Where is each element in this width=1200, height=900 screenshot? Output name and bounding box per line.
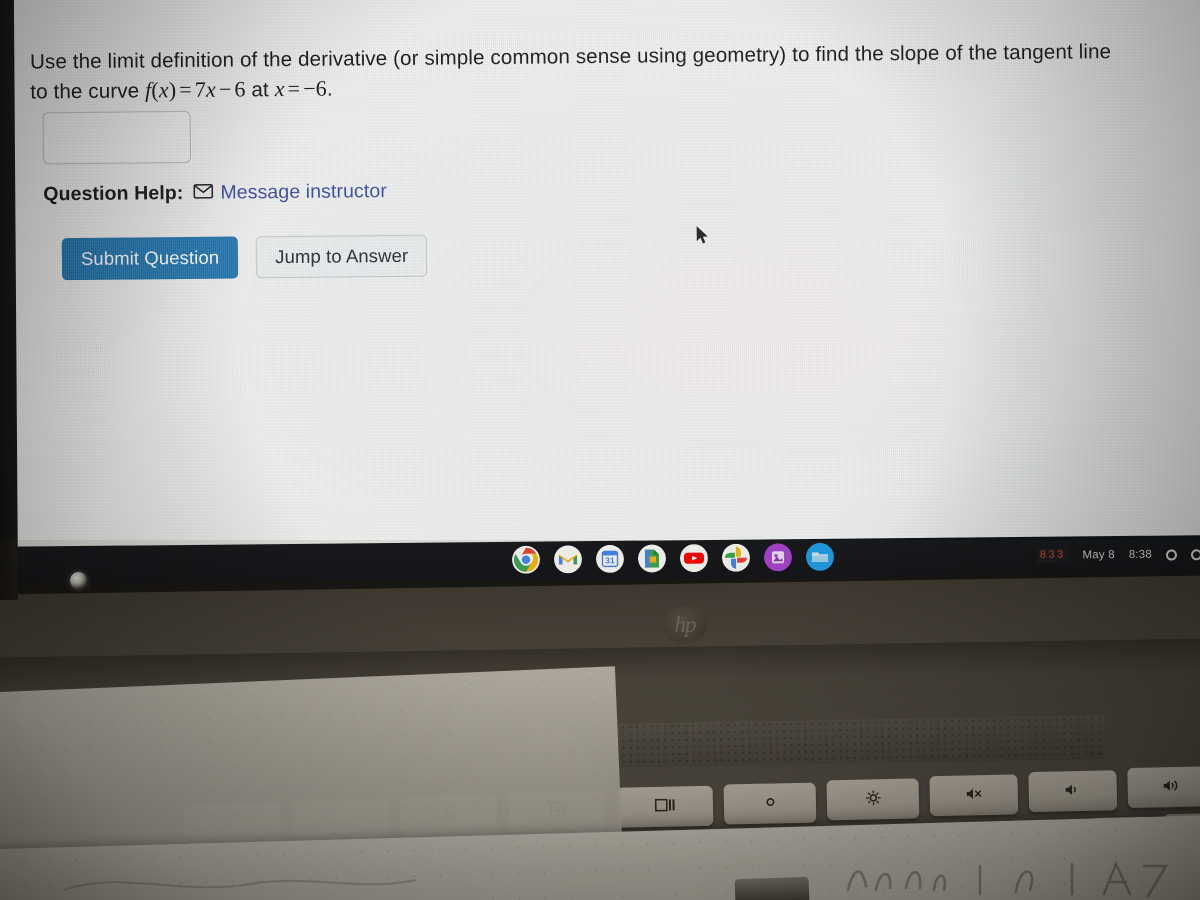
volume-down-glyph-icon [1064, 783, 1081, 799]
brightness-down-glyph-icon [763, 795, 776, 811]
laptop-screen: Question 2 Use the [0, 0, 1200, 558]
question-text-at: at [245, 78, 275, 102]
brightness-up-key[interactable] [826, 778, 920, 821]
calendar-icon[interactable]: 31 [595, 544, 624, 573]
tray-date: May 8 [1082, 549, 1115, 562]
status-dot-icon[interactable] [1190, 548, 1200, 560]
math-paren-close: ) [168, 77, 177, 103]
math-seven: 7 [194, 76, 207, 102]
system-tray[interactable]: 833 May 8 8:38 [1036, 535, 1200, 575]
math-equals-2: = [287, 75, 301, 102]
volume-up-glyph-icon [1162, 779, 1181, 795]
tray-time: 8:38 [1128, 548, 1153, 561]
message-instructor-link[interactable]: Message instructor [193, 180, 387, 205]
brightness-down-key[interactable] [723, 782, 817, 825]
brightness-up-glyph-icon [865, 790, 881, 808]
google-photos-icon[interactable] [721, 543, 750, 572]
question-text-line1: Use the limit definition of the derivati… [29, 41, 998, 74]
volume-up-key[interactable] [1127, 766, 1200, 809]
math-condition: x = −6 [275, 76, 327, 101]
question-text-period: . [326, 77, 333, 101]
svg-text:31: 31 [605, 555, 615, 565]
math-x3: x [274, 76, 285, 102]
question-body: Use the limit definition of the derivati… [30, 37, 1121, 106]
hp-logo: hp [663, 606, 707, 644]
question-help-row: Question Help: Message instructor [43, 180, 387, 206]
binder-clip [734, 876, 810, 900]
tray-badge: 833 [1036, 548, 1069, 563]
bezel-indicator-light [70, 572, 87, 589]
math-expression: f(x) = 7x −6 [145, 76, 246, 102]
volume-down-key[interactable] [1028, 770, 1118, 813]
overview-glyph-icon [654, 798, 675, 815]
files-icon[interactable] [805, 542, 834, 571]
action-button-row: Submit Question Jump to Answer [61, 234, 428, 281]
jump-to-answer-button[interactable]: Jump to Answer [255, 234, 428, 279]
math-negative-six: −6 [303, 75, 328, 101]
math-six: 6 [234, 76, 246, 102]
photo-scene: Question 2 Use the [0, 0, 1200, 900]
submit-question-button[interactable]: Submit Question [61, 236, 239, 281]
math-equals-1: = [179, 76, 192, 103]
browser-page: Question 2 Use the [0, 0, 1200, 558]
question-help-label: Question Help: [43, 182, 184, 206]
handwriting-marks [840, 856, 1170, 900]
shelf-app-list: 31 [511, 542, 834, 574]
overview-key[interactable] [616, 785, 714, 828]
mouse-cursor [696, 225, 710, 250]
math-x2: x [205, 76, 216, 102]
purple-app-icon[interactable] [763, 543, 792, 572]
question-text: Use the limit definition of the derivati… [30, 37, 1121, 106]
answer-input[interactable] [42, 110, 192, 165]
math-minus: − [218, 76, 232, 102]
mute-glyph-icon [965, 787, 982, 803]
google-slides-icon[interactable] [637, 544, 666, 573]
question-header: Question 2 [0, 0, 1200, 4]
gmail-icon[interactable] [553, 545, 582, 574]
status-dot-icon[interactable] [1165, 548, 1178, 561]
mute-key[interactable] [929, 774, 1019, 817]
chrome-icon[interactable] [511, 545, 540, 574]
message-instructor-label: Message instructor [220, 180, 388, 204]
youtube-icon[interactable] [679, 544, 708, 573]
handwriting-marks [60, 866, 420, 900]
envelope-icon [193, 183, 214, 203]
